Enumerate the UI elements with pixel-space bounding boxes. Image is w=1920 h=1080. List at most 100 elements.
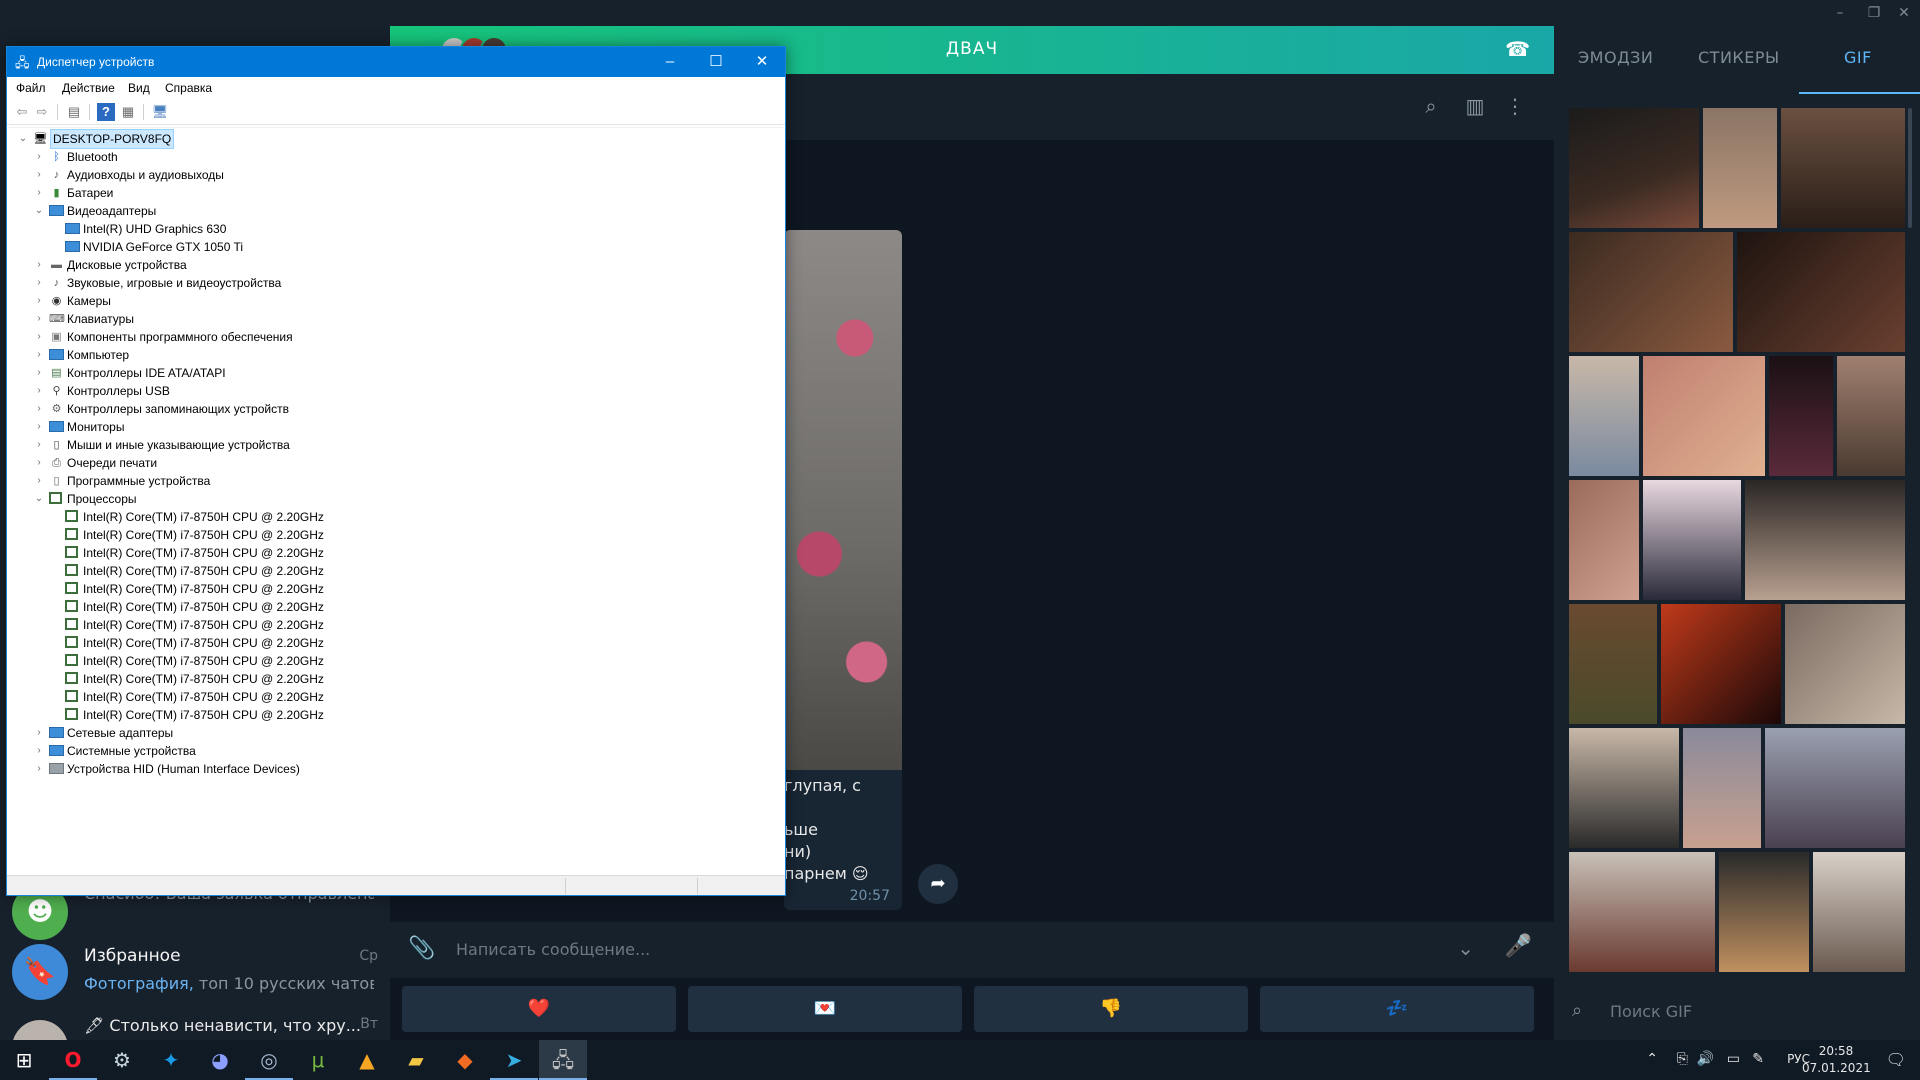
volume-icon[interactable]: 🔊 <box>1697 1051 1714 1067</box>
menu-view[interactable]: Вид <box>128 81 150 95</box>
maximize-button[interactable]: ☐ <box>693 47 739 77</box>
view-icon[interactable]: ▦ <box>119 103 137 121</box>
menu-help[interactable]: Справка <box>165 81 212 95</box>
chevron-right-icon[interactable]: › <box>33 328 45 346</box>
windows-start-icon[interactable]: ⊞ <box>0 1040 48 1080</box>
chevron-up-icon[interactable]: ⌃ <box>1646 1051 1658 1067</box>
gif-thumbnail[interactable] <box>1719 852 1809 972</box>
chevron-down-icon[interactable]: ⌄ <box>33 490 45 508</box>
chevron-right-icon[interactable]: › <box>33 418 45 436</box>
chevron-right-icon[interactable]: › <box>33 760 45 778</box>
menu-file[interactable]: Файл <box>16 81 46 95</box>
close-button[interactable]: ✕ <box>739 47 785 77</box>
chevron-right-icon[interactable]: › <box>33 184 45 202</box>
microphone-icon[interactable]: 🎤 <box>1505 934 1532 959</box>
chevron-right-icon[interactable]: › <box>33 346 45 364</box>
tab-stickers[interactable]: СТИКЕРЫ <box>1698 48 1780 67</box>
chevron-right-icon[interactable]: › <box>33 364 45 382</box>
hangup-icon[interactable]: ☎ <box>1505 37 1530 61</box>
gif-thumbnail[interactable] <box>1643 480 1741 600</box>
gif-search-input[interactable]: Поиск GIF <box>1610 1002 1692 1021</box>
origin-icon[interactable]: ◎ <box>245 1040 293 1080</box>
quick-reply-button[interactable]: 💤 <box>1260 986 1534 1032</box>
help-icon[interactable]: ? <box>97 103 115 121</box>
gif-thumbnail[interactable] <box>1703 108 1777 228</box>
back-icon[interactable]: ⇦ <box>13 103 31 121</box>
utorrent-icon[interactable]: μ <box>294 1040 342 1080</box>
gif-thumbnail[interactable] <box>1643 356 1765 476</box>
origin-alt-icon[interactable]: ◆ <box>441 1040 489 1080</box>
gif-thumbnail[interactable] <box>1813 852 1905 972</box>
menu-action[interactable]: Действие <box>62 81 115 95</box>
attach-icon[interactable]: 📎 <box>408 936 435 961</box>
chevron-right-icon[interactable]: › <box>33 166 45 184</box>
gif-thumbnail[interactable] <box>1683 728 1761 848</box>
chevron-right-icon[interactable]: › <box>33 382 45 400</box>
chat-list-item[interactable]: 🖋 Столько ненависти, что хру... Вт <box>0 1012 390 1040</box>
gif-thumbnail[interactable] <box>1837 356 1905 476</box>
network-icon[interactable]: ⎘ <box>1677 1051 1688 1067</box>
opera-icon[interactable]: O <box>49 1040 97 1080</box>
quick-reply-button[interactable]: 💌 <box>688 986 962 1032</box>
properties-icon[interactable]: ▤ <box>65 103 83 121</box>
chevron-down-icon[interactable]: ⌄ <box>17 130 29 148</box>
search-icon[interactable]: ⌕ <box>1418 94 1444 120</box>
message-bubble[interactable]: глупая, с ьше ни) парнем 😌 20:57 <box>784 770 902 910</box>
gif-thumbnail[interactable] <box>1569 108 1699 228</box>
gif-thumbnail[interactable] <box>1569 480 1639 600</box>
clock-date[interactable]: 07.01.2021 <box>1802 1061 1871 1075</box>
steam-icon[interactable]: ⚙ <box>98 1040 146 1080</box>
chat-list-item[interactable]: 🔖 Избранное Ср Фотография, топ 10 русски… <box>0 936 390 1012</box>
chevron-right-icon[interactable]: › <box>33 292 45 310</box>
forward-icon[interactable]: ⇨ <box>33 103 51 121</box>
gif-thumbnail[interactable] <box>1569 232 1733 352</box>
chevron-down-icon[interactable]: ⌄ <box>1457 936 1474 960</box>
gif-thumbnail[interactable] <box>1569 728 1679 848</box>
chevron-right-icon[interactable]: › <box>33 256 45 274</box>
gif-thumbnail[interactable] <box>1769 356 1833 476</box>
more-options-icon[interactable]: ⋮ <box>1502 94 1528 120</box>
message-photo[interactable] <box>784 230 902 770</box>
gif-thumbnail[interactable] <box>1781 108 1905 228</box>
chevron-right-icon[interactable]: › <box>33 274 45 292</box>
chevron-right-icon[interactable]: › <box>33 724 45 742</box>
message-input[interactable]: Написать сообщение... <box>456 940 650 959</box>
quick-reply-button[interactable]: 👎 <box>974 986 1248 1032</box>
chevron-right-icon[interactable]: › <box>33 472 45 490</box>
avast-icon[interactable]: ▲ <box>343 1040 391 1080</box>
window-title-bar[interactable]: 🖧 Диспетчер устройств – ☐ ✕ <box>7 47 785 77</box>
chevron-right-icon[interactable]: › <box>33 400 45 418</box>
scrollbar[interactable] <box>1908 108 1912 228</box>
forward-icon[interactable]: ➦ <box>918 864 958 904</box>
chevron-right-icon[interactable]: › <box>33 436 45 454</box>
tab-emoji[interactable]: ЭМОДЗИ <box>1578 48 1653 67</box>
clock-time[interactable]: 20:58 <box>1810 1044 1862 1058</box>
minimize-icon[interactable]: – <box>1822 0 1858 26</box>
gif-thumbnail[interactable] <box>1569 604 1657 724</box>
device-manager-icon[interactable]: 🖧 <box>539 1040 587 1080</box>
notifications-icon[interactable]: 🗨 <box>1886 1050 1906 1069</box>
chevron-right-icon[interactable]: › <box>33 310 45 328</box>
gif-thumbnail[interactable] <box>1765 728 1905 848</box>
chevron-right-icon[interactable]: › <box>33 148 45 166</box>
gif-thumbnail[interactable] <box>1737 232 1905 352</box>
scan-hardware-icon[interactable]: 🖥 <box>151 103 169 121</box>
gif-thumbnail[interactable] <box>1569 852 1715 972</box>
gif-thumbnail[interactable] <box>1745 480 1905 600</box>
minimize-button[interactable]: – <box>647 47 693 77</box>
gif-search[interactable]: ⌕ Поиск GIF <box>1554 992 1920 1032</box>
discord-icon[interactable]: ◕ <box>196 1040 244 1080</box>
file-explorer-icon[interactable]: ▰ <box>392 1040 440 1080</box>
gif-thumbnail[interactable] <box>1661 604 1781 724</box>
chevron-down-icon[interactable]: ⌄ <box>33 202 45 220</box>
tab-gif[interactable]: GIF <box>1844 48 1872 67</box>
battery-icon[interactable]: ▭ <box>1727 1051 1740 1067</box>
chevron-right-icon[interactable]: › <box>33 742 45 760</box>
battlenet-icon[interactable]: ✦ <box>147 1040 195 1080</box>
pen-icon[interactable]: ✎ <box>1752 1051 1764 1067</box>
close-icon[interactable]: ✕ <box>1886 0 1920 26</box>
telegram-icon[interactable]: ➤ <box>490 1040 538 1080</box>
gif-thumbnail[interactable] <box>1785 604 1905 724</box>
sidebar-toggle-icon[interactable]: ▥ <box>1462 94 1488 120</box>
gif-thumbnail[interactable] <box>1569 356 1639 476</box>
